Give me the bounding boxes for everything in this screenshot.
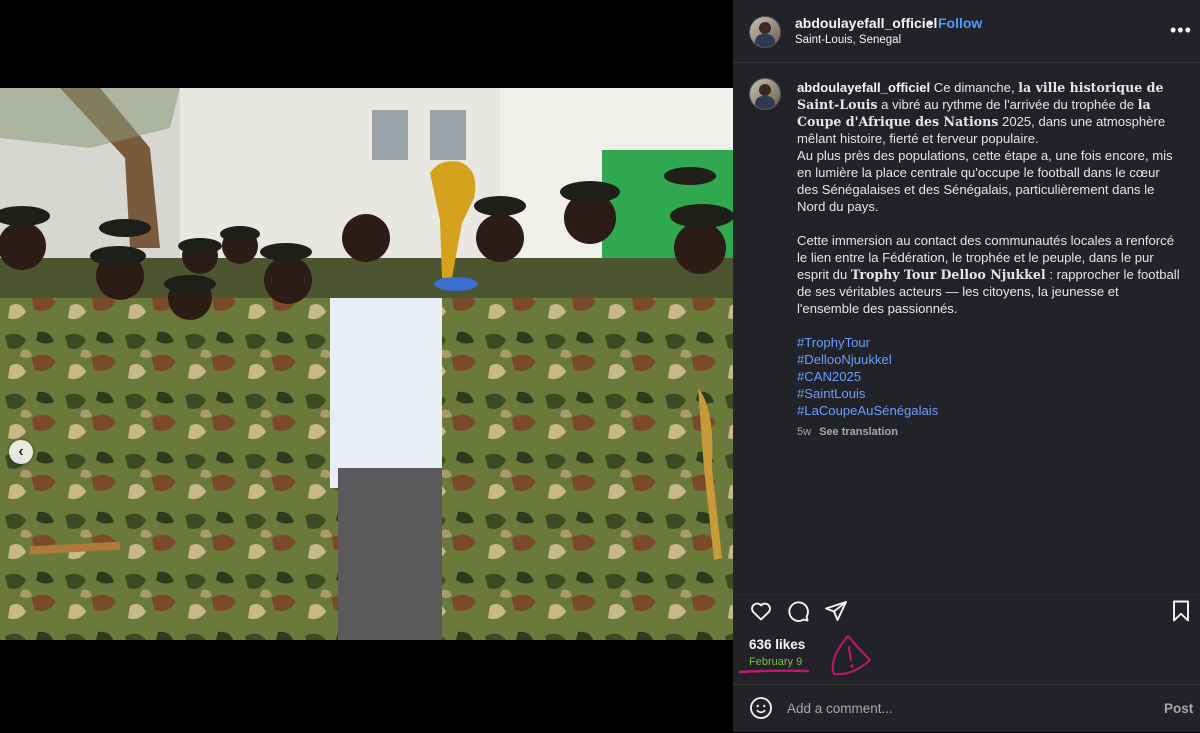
post-comment-button[interactable]: Post xyxy=(1164,701,1193,716)
header-separator: • xyxy=(928,15,933,31)
carousel-prev-button[interactable]: ‹ xyxy=(9,440,33,464)
hashtag-link[interactable]: #DellooNjuukkel xyxy=(797,351,1182,368)
caption-text: Ce dimanche, xyxy=(933,80,1019,95)
photo-group-soldiers-with-trophy xyxy=(0,88,733,640)
action-bar xyxy=(733,594,1200,625)
caption-paragraph-2: Au plus près des populations, cette étap… xyxy=(797,148,1173,214)
follow-button[interactable]: Follow xyxy=(938,15,982,31)
likes-count[interactable]: 636 likes xyxy=(749,637,805,652)
hashtag-link[interactable]: #CAN2025 xyxy=(797,368,1182,385)
share-icon[interactable] xyxy=(824,599,848,623)
caption-paragraph-3: Cette immersion au contact des communaut… xyxy=(797,232,1182,317)
caption-text: a vibré au rythme de l'arrivée du trophé… xyxy=(877,97,1138,112)
post-age: 5w xyxy=(797,426,812,438)
caption-avatar[interactable] xyxy=(749,78,781,110)
comment-bar: Add a comment... Post xyxy=(733,684,1200,733)
post-photo[interactable]: ‹ xyxy=(0,88,733,640)
comment-icon[interactable] xyxy=(786,599,810,623)
post-side-panel: abdoulayefall_officiel • Follow Saint-Lo… xyxy=(733,0,1200,732)
header-username[interactable]: abdoulayefall_officiel xyxy=(795,15,937,31)
bookmark-icon[interactable] xyxy=(1169,599,1193,623)
post-caption: abdoulayefall_officiel Ce dimanche, la v… xyxy=(797,79,1182,441)
hashtag-link[interactable]: #SaintLouis xyxy=(797,385,1182,402)
emoji-icon[interactable] xyxy=(749,696,773,720)
location-link[interactable]: Saint-Louis, Senegal xyxy=(795,34,901,46)
heart-icon[interactable] xyxy=(749,599,773,623)
caption-username[interactable]: abdoulayefall_officiel xyxy=(797,80,930,95)
caption-bold-text: Trophy Tour Delloo Njukkel xyxy=(850,267,1046,282)
caption-paragraph-1: abdoulayefall_officiel Ce dimanche, la v… xyxy=(797,79,1182,147)
avatar[interactable] xyxy=(749,16,781,48)
hashtag-link[interactable]: #TrophyTour xyxy=(797,334,1182,351)
post-date: February 9 xyxy=(749,656,802,668)
post-header: abdoulayefall_officiel • Follow Saint-Lo… xyxy=(733,0,1200,63)
caption-meta: 5w See translation xyxy=(797,424,1182,441)
ellipsis-icon[interactable]: ••• xyxy=(1170,20,1192,41)
see-translation-button[interactable]: See translation xyxy=(819,426,898,438)
post-date-text: February 9 xyxy=(749,656,803,668)
post-media: ‹ xyxy=(0,0,733,732)
hashtag-link[interactable]: #LaCoupeAuSénégalais xyxy=(797,402,1182,419)
comment-input[interactable]: Add a comment... xyxy=(787,701,893,716)
